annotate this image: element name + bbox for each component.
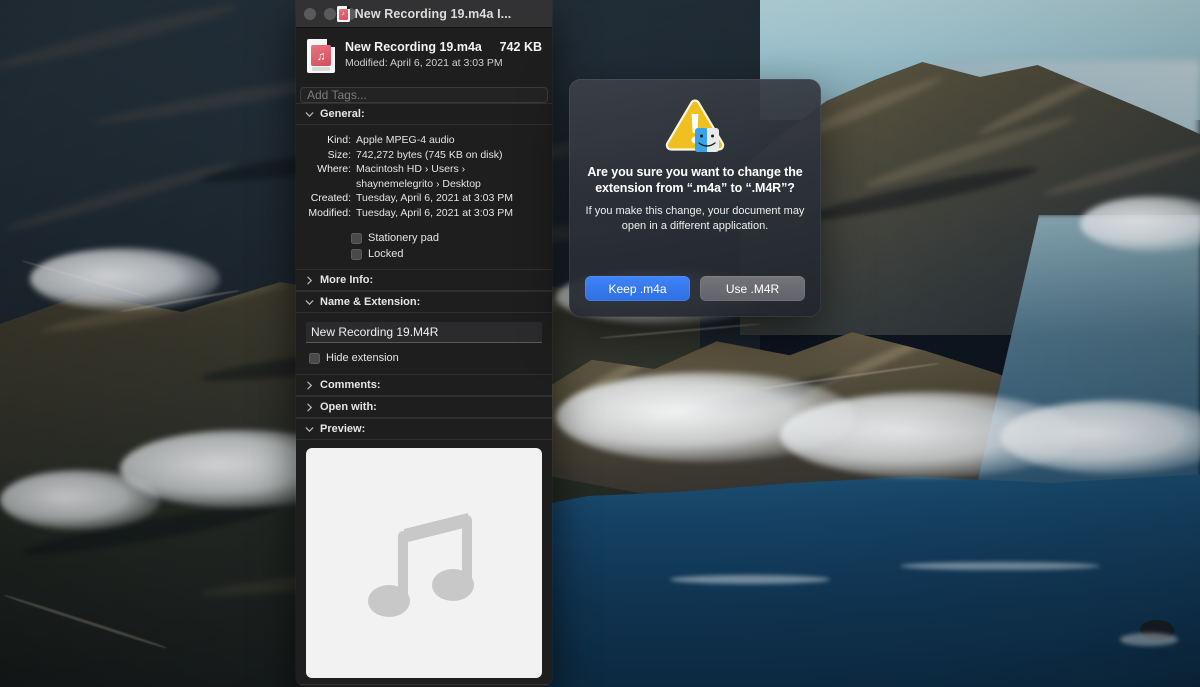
alert-button-row: Keep .m4a Use .M4R <box>585 276 805 301</box>
row-key: Created: <box>310 192 351 204</box>
info-row-modified: Modified: Tuesday, April 6, 2021 at 3:03… <box>306 206 542 221</box>
section-header-general[interactable]: General: <box>296 103 552 125</box>
zoom-button[interactable] <box>344 7 356 20</box>
chevron-down-icon[interactable] <box>305 425 314 434</box>
locked-checkbox[interactable] <box>351 248 362 260</box>
row-value: 742,272 bytes (745 KB on disk) <box>356 148 503 161</box>
window-title: New Recording 19.m4a I... <box>354 6 512 21</box>
info-row-where: Where: Macintosh HD › Users › shaynemele… <box>306 162 542 191</box>
row-value: Tuesday, April 6, 2021 at 3:03 PM <box>356 192 514 204</box>
traffic-light-group[interactable] <box>304 7 356 20</box>
extension-change-alert-dialog[interactable]: Are you sure you want to change the exte… <box>569 79 821 317</box>
section-header-more-info[interactable]: More Info: <box>296 269 552 291</box>
section-body-name-extension: New Recording 19.M4R Hide extension <box>296 313 552 374</box>
chevron-right-icon[interactable] <box>305 276 314 285</box>
stationery-pad-row[interactable]: Stationery pad <box>351 232 542 244</box>
music-file-icon: ♫ <box>307 39 335 73</box>
section-label-name-extension: Name & Extension: <box>320 296 421 308</box>
alert-title: Are you sure you want to change the exte… <box>587 165 803 195</box>
use-m4r-button[interactable]: Use .M4R <box>700 276 805 301</box>
row-value: Macintosh HD › Users › shaynemelegrito ›… <box>356 163 481 190</box>
hide-extension-label: Hide extension <box>326 352 399 364</box>
file-header: ♫ New Recording 19.m4a 742 KB Modified: … <box>296 28 552 87</box>
section-header-name-extension[interactable]: Name & Extension: <box>296 291 552 313</box>
info-row-size: Size: 742,272 bytes (745 KB on disk) <box>306 148 542 163</box>
chevron-down-icon[interactable] <box>305 110 314 119</box>
file-name-input[interactable]: New Recording 19.M4R <box>306 322 542 343</box>
row-key: Modified: <box>308 206 351 219</box>
stationery-pad-checkbox[interactable] <box>351 232 362 244</box>
hide-extension-row[interactable]: Hide extension <box>296 343 552 374</box>
section-label-preview: Preview: <box>320 423 366 435</box>
section-body-preview <box>296 440 552 684</box>
file-icon-container: ♫ <box>307 39 335 78</box>
add-tags-field[interactable]: Add Tags... <box>300 87 548 103</box>
hide-extension-checkbox[interactable] <box>309 352 320 364</box>
chevron-right-icon[interactable] <box>305 403 314 412</box>
alert-message: If you make this change, your document m… <box>585 205 805 232</box>
chevron-down-icon[interactable] <box>305 298 314 307</box>
section-label-more-info: More Info: <box>320 274 374 286</box>
file-name-label: New Recording 19.m4a <box>345 40 482 54</box>
warning-triangle-with-finder-badge-icon <box>664 98 726 154</box>
section-label-comments: Comments: <box>320 379 381 391</box>
info-row-kind: Kind: Apple MPEG-4 audio <box>306 133 542 148</box>
section-label-general: General: <box>320 108 365 120</box>
section-header-preview[interactable]: Preview: <box>296 418 552 440</box>
music-note-icon <box>368 513 474 617</box>
locked-label: Locked <box>368 248 404 260</box>
add-tags-placeholder: Add Tags... <box>307 88 367 102</box>
modified-label: Modified: <box>345 57 388 69</box>
row-key: Where: <box>317 163 351 175</box>
chevron-right-icon[interactable] <box>305 381 314 390</box>
locked-row[interactable]: Locked <box>351 248 542 260</box>
section-label-open-with: Open with: <box>320 401 377 413</box>
preview-thumbnail <box>306 448 542 678</box>
row-key: Kind: <box>327 134 351 146</box>
stationery-pad-label: Stationery pad <box>368 232 439 244</box>
window-titlebar[interactable]: ♪ New Recording 19.m4a I... <box>296 0 552 28</box>
minimize-button[interactable] <box>324 7 336 20</box>
section-body-general: Kind: Apple MPEG-4 audio Size: 742,272 b… <box>296 125 552 269</box>
section-header-open-with[interactable]: Open with: <box>296 396 552 418</box>
row-value: Tuesday, April 6, 2021 at 3:03 PM <box>356 206 514 219</box>
file-modified-line: Modified: April 6, 2021 at 3:03 PM <box>345 57 542 69</box>
section-header-comments[interactable]: Comments: <box>296 374 552 396</box>
info-row-created: Created: Tuesday, April 6, 2021 at 3:03 … <box>306 191 542 206</box>
close-button[interactable] <box>304 7 316 20</box>
file-size-label: 742 KB <box>499 40 542 54</box>
file-name-input-value: New Recording 19.M4R <box>311 325 439 339</box>
get-info-window[interactable]: ♪ New Recording 19.m4a I... ♫ New Record… <box>296 0 552 687</box>
row-key: Size: <box>327 148 351 161</box>
keep-m4a-button[interactable]: Keep .m4a <box>585 276 690 301</box>
row-value: Apple MPEG-4 audio <box>356 134 455 146</box>
modified-value: April 6, 2021 at 3:03 PM <box>389 57 503 69</box>
